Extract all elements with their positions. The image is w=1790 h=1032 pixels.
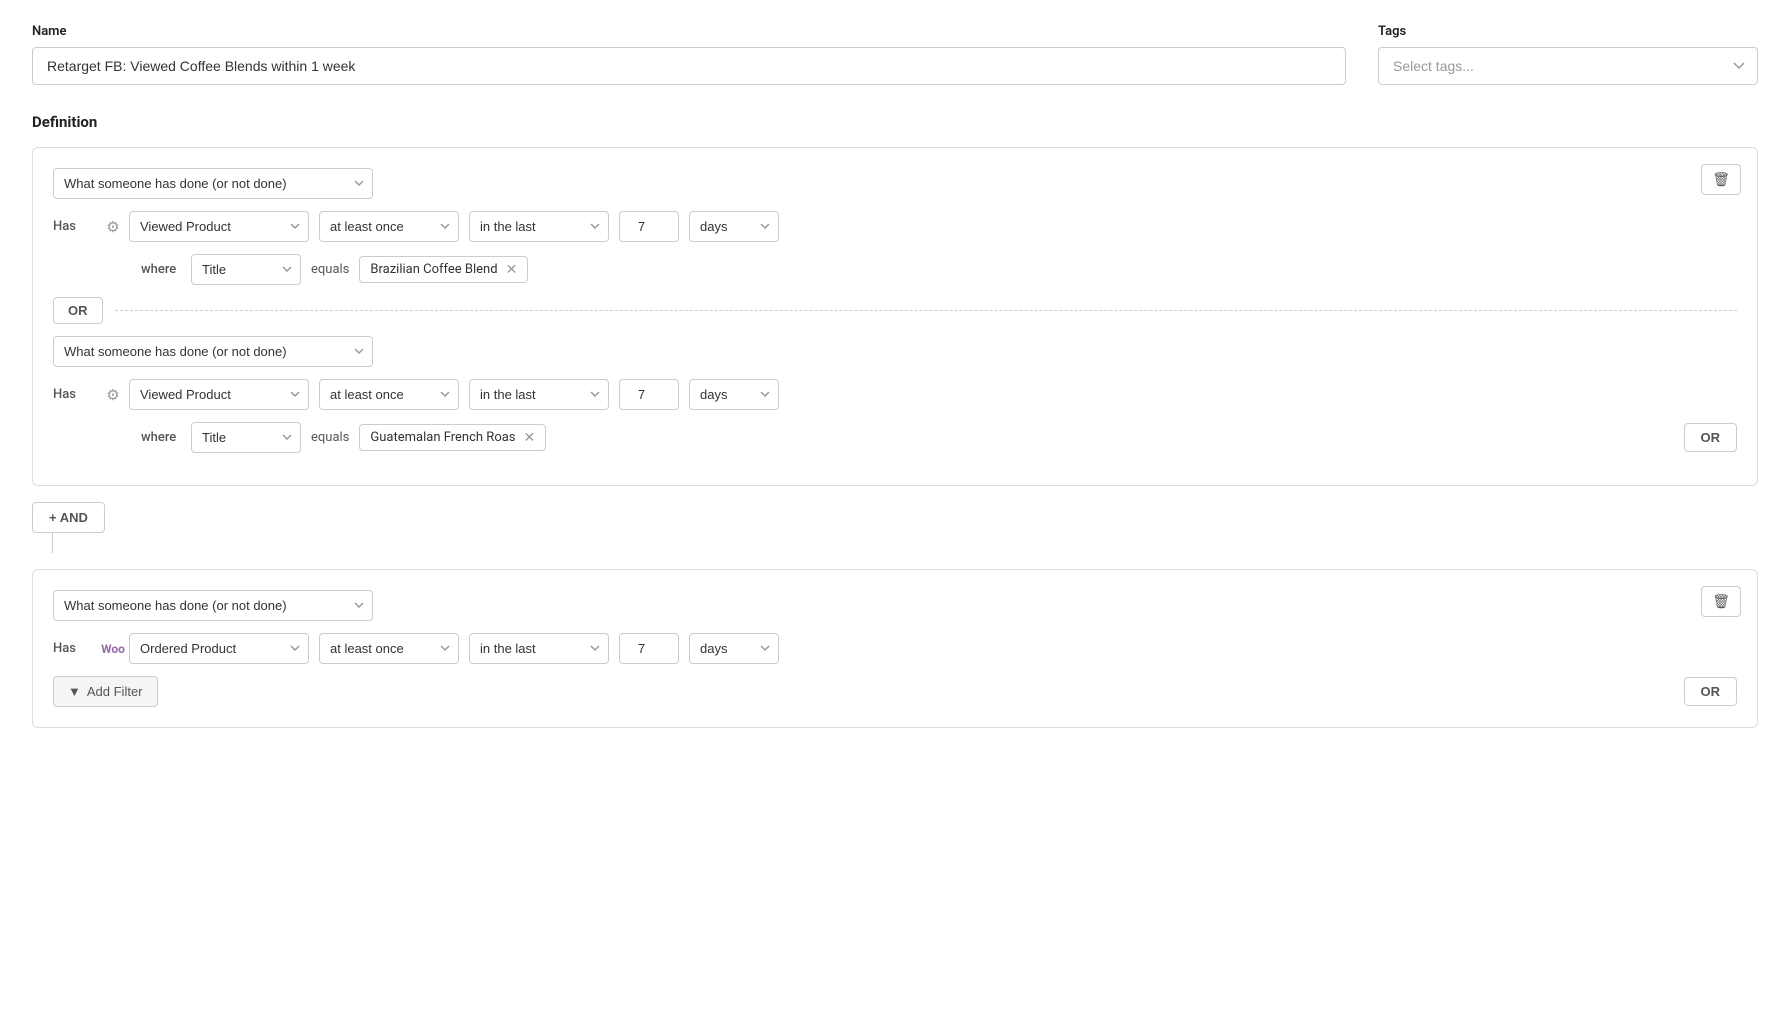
- where-row-1: where Title equals Brazilian Coffee Blen…: [53, 254, 1737, 285]
- where-left-2: where Title equals Guatemalan French Roa…: [141, 422, 546, 453]
- condition-group-2: What someone has done (or not done) Has …: [53, 336, 1737, 453]
- gear-icon-2: ⚙: [103, 385, 123, 405]
- days-dropdown-1[interactable]: days: [689, 211, 779, 242]
- gear-icon-1: ⚙: [103, 217, 123, 237]
- add-filter-button[interactable]: ▼ Add Filter: [53, 676, 158, 707]
- event-selector-1: ⚙ Viewed Product: [103, 211, 309, 242]
- definition-label: Definition: [32, 113, 1758, 131]
- tag-chip-close-2[interactable]: ✕: [524, 431, 536, 445]
- or-button-1[interactable]: OR: [53, 297, 103, 324]
- action-dropdown-1[interactable]: What someone has done (or not done): [53, 168, 373, 199]
- time-dropdown-2[interactable]: in the last: [469, 379, 609, 410]
- number-input-1[interactable]: [619, 211, 679, 242]
- title-dropdown-1[interactable]: Title: [191, 254, 301, 285]
- name-input[interactable]: [32, 47, 1346, 85]
- tag-value-2: Guatemalan French Roas: [370, 430, 515, 445]
- equals-label-2: equals: [311, 430, 349, 445]
- condition-block-1-2: 🗑 What someone has done (or not done) Ha…: [32, 147, 1758, 486]
- has-label-2: Has: [53, 387, 93, 402]
- event-selector-2: ⚙ Viewed Product: [103, 379, 309, 410]
- freq-dropdown-3[interactable]: at least once: [319, 633, 459, 664]
- has-row-3: Has Woo Ordered Product at least once in…: [53, 633, 1737, 664]
- title-dropdown-2[interactable]: Title: [191, 422, 301, 453]
- action-row-2: What someone has done (or not done): [53, 336, 1737, 367]
- or-right-button[interactable]: OR: [1684, 423, 1738, 452]
- action-row-1: What someone has done (or not done): [53, 168, 1737, 199]
- has-row-2: Has ⚙ Viewed Product at least once in th…: [53, 379, 1737, 410]
- freq-dropdown-2[interactable]: at least once: [319, 379, 459, 410]
- tags-field: Tags Select tags...: [1378, 24, 1758, 85]
- event-selector-3: Woo Ordered Product: [103, 633, 309, 664]
- delete-button-block1[interactable]: 🗑: [1701, 164, 1741, 195]
- equals-label-1: equals: [311, 262, 349, 277]
- days-dropdown-3[interactable]: days: [689, 633, 779, 664]
- number-input-3[interactable]: [619, 633, 679, 664]
- tags-select[interactable]: Select tags...: [1378, 47, 1758, 85]
- or-dashed-line-1: [115, 310, 1738, 311]
- event-dropdown-2[interactable]: Viewed Product: [129, 379, 309, 410]
- tags-label: Tags: [1378, 24, 1758, 39]
- name-field: Name: [32, 24, 1346, 85]
- add-filter-label: Add Filter: [87, 684, 143, 699]
- event-dropdown-3[interactable]: Ordered Product: [129, 633, 309, 664]
- has-label-1: Has: [53, 219, 93, 234]
- time-dropdown-3[interactable]: in the last: [469, 633, 609, 664]
- tag-chip-1: Brazilian Coffee Blend ✕: [359, 256, 528, 283]
- where-label-2: where: [141, 430, 181, 445]
- where-label-1: where: [141, 262, 181, 277]
- event-dropdown-1[interactable]: Viewed Product: [129, 211, 309, 242]
- or-separator-1: OR: [53, 297, 1737, 324]
- condition-block-3: 🗑 What someone has done (or not done) Ha…: [32, 569, 1758, 728]
- where-row-2: where Title equals Guatemalan French Roa…: [53, 422, 1737, 453]
- and-separator: + AND: [32, 502, 1758, 553]
- action-row-3: What someone has done (or not done): [53, 590, 1737, 621]
- action-dropdown-2[interactable]: What someone has done (or not done): [53, 336, 373, 367]
- tag-chip-close-1[interactable]: ✕: [506, 263, 518, 277]
- has-row-1: Has ⚙ Viewed Product at least once in th…: [53, 211, 1737, 242]
- tag-chip-2: Guatemalan French Roas ✕: [359, 424, 546, 451]
- freq-dropdown-1[interactable]: at least once: [319, 211, 459, 242]
- name-label: Name: [32, 24, 1346, 39]
- days-dropdown-2[interactable]: days: [689, 379, 779, 410]
- or-button-block3[interactable]: OR: [1684, 677, 1738, 706]
- and-button[interactable]: + AND: [32, 502, 105, 533]
- delete-button-block3[interactable]: 🗑: [1701, 586, 1741, 617]
- condition-group-1: What someone has done (or not done) Has …: [53, 168, 1737, 285]
- number-input-2[interactable]: [619, 379, 679, 410]
- woo-icon-1: Woo: [103, 639, 123, 659]
- bottom-row-actions: ▼ Add Filter OR: [53, 676, 1737, 707]
- action-dropdown-3[interactable]: What someone has done (or not done): [53, 590, 373, 621]
- time-dropdown-1[interactable]: in the last: [469, 211, 609, 242]
- has-label-3: Has: [53, 641, 93, 656]
- and-connector: [52, 533, 53, 553]
- filter-icon: ▼: [68, 684, 81, 699]
- tag-value-1: Brazilian Coffee Blend: [370, 262, 497, 277]
